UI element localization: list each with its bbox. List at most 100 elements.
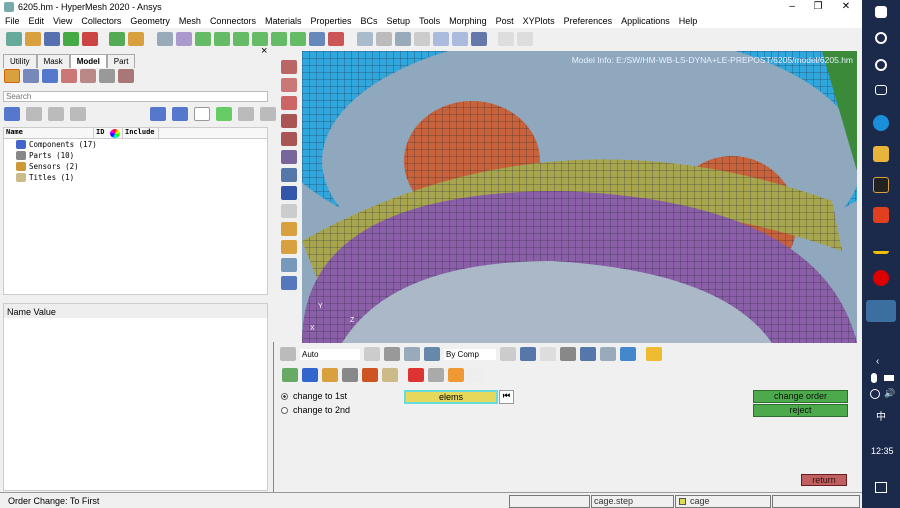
zoom-window-icon[interactable] [376, 32, 392, 46]
back-view-icon[interactable] [176, 32, 192, 46]
menu-xyplots[interactable]: XYPlots [523, 16, 555, 26]
battery-icon[interactable] [884, 375, 894, 381]
menu-preferences[interactable]: Preferences [564, 16, 613, 26]
network-globe-icon[interactable] [870, 389, 880, 399]
star-icon[interactable] [646, 347, 662, 361]
menu-tools[interactable]: Tools [419, 16, 440, 26]
monitor-icon[interactable] [620, 347, 636, 361]
show-icon[interactable] [238, 107, 254, 121]
column-id[interactable]: ID [94, 128, 108, 138]
hide-entity-icon[interactable] [302, 368, 318, 382]
task-view-icon[interactable] [875, 85, 887, 95]
menu-properties[interactable]: Properties [310, 16, 351, 26]
show-entity-icon[interactable] [282, 368, 298, 382]
save-icon[interactable] [44, 32, 60, 46]
reflect-icon[interactable] [281, 276, 297, 290]
order-change-icon[interactable] [281, 132, 297, 146]
fit-icon[interactable] [357, 32, 373, 46]
close-button[interactable]: ✕ [832, 0, 860, 14]
detach-icon[interactable] [281, 114, 297, 128]
show-all-icon[interactable] [70, 107, 86, 121]
material-icon[interactable] [42, 69, 58, 83]
hypermesh-taskbar-icon[interactable] [866, 300, 896, 322]
geometry-shade-icon[interactable] [384, 347, 400, 361]
entity-state-icon[interactable] [172, 107, 188, 121]
status-component[interactable]: cage [675, 495, 771, 508]
menu-connectors[interactable]: Connectors [210, 16, 256, 26]
elem-types-icon[interactable] [281, 168, 297, 182]
hide-icon[interactable] [260, 107, 276, 121]
ansys-icon[interactable] [873, 238, 889, 254]
status-include-file[interactable]: cage.step [591, 495, 674, 508]
view-xy-icon[interactable] [195, 32, 211, 46]
maximize-button[interactable]: ❐ [804, 0, 832, 14]
find-attached-icon[interactable] [382, 368, 398, 382]
graphics-viewport[interactable]: Model Info: E:/SW/HM-WB-LS-DYNA+LE-PREPO… [302, 51, 857, 343]
column-include[interactable]: Include [122, 128, 159, 138]
user-view-icon[interactable] [328, 32, 344, 46]
plane-icon[interactable] [560, 347, 576, 361]
volume-icon[interactable]: 🔊 [884, 388, 895, 399]
move-icon[interactable] [448, 368, 464, 382]
menu-edit[interactable]: Edit [29, 16, 45, 26]
return-button[interactable]: return [801, 474, 847, 486]
ime-indicator[interactable]: 中 [876, 408, 886, 423]
view-zy-icon[interactable] [271, 32, 287, 46]
file-explorer-icon[interactable] [873, 146, 889, 162]
cursor-icon[interactable] [194, 107, 210, 121]
reject-button[interactable]: reject [753, 404, 848, 417]
delete-icon[interactable] [408, 368, 424, 382]
pan-vertical-icon[interactable] [452, 32, 468, 46]
minimize-button[interactable]: – [778, 0, 806, 14]
organize-icon[interactable] [428, 368, 444, 382]
reset-selection-button[interactable]: ⏮ [499, 390, 514, 404]
mask-icon[interactable] [342, 368, 358, 382]
menu-geometry[interactable]: Geometry [130, 16, 170, 26]
network-icon[interactable] [600, 347, 616, 361]
menu-collectors[interactable]: Collectors [81, 16, 121, 26]
search-input[interactable] [3, 91, 268, 102]
view-yz-icon[interactable] [290, 32, 306, 46]
view-yx-icon[interactable] [214, 32, 230, 46]
microphone-icon[interactable] [871, 373, 877, 383]
find-icon[interactable] [322, 368, 338, 382]
menu-post[interactable]: Post [496, 16, 514, 26]
translate-icon[interactable] [281, 258, 297, 272]
connector-icon[interactable] [468, 368, 484, 382]
tab-mask[interactable]: Mask [36, 54, 70, 68]
chevron-left-icon[interactable]: ‹ [876, 356, 879, 367]
windows-start-icon[interactable] [875, 6, 887, 18]
tab-model[interactable]: Model [69, 54, 107, 68]
review-icon[interactable] [216, 107, 232, 121]
isolate-icon[interactable] [48, 107, 64, 121]
app-icon-red[interactable] [873, 207, 889, 223]
clock[interactable]: 12:35 [871, 446, 894, 456]
close-panel-button[interactable]: × [261, 45, 267, 57]
measure-icon[interactable] [281, 204, 297, 218]
menu-materials[interactable]: Materials [265, 16, 302, 26]
radio-change-to-2nd[interactable]: change to 2nd [281, 405, 350, 415]
elems-selector[interactable]: elems [404, 390, 498, 404]
tree-item-parts[interactable]: Parts (10) [4, 150, 267, 161]
view-xz-icon[interactable] [252, 32, 268, 46]
menu-view[interactable]: View [53, 16, 72, 26]
color-mode-select[interactable]: By Comp [444, 348, 496, 360]
tab-part[interactable]: Part [106, 54, 136, 68]
change-order-button[interactable]: change order [753, 390, 848, 403]
color-icon[interactable] [150, 107, 166, 121]
menu-morphing[interactable]: Morphing [449, 16, 487, 26]
tree-item-components[interactable]: Components (17) [4, 139, 267, 150]
shading-icon[interactable] [364, 347, 380, 361]
open-model-icon[interactable] [25, 32, 41, 46]
element-shade-icon[interactable] [520, 347, 536, 361]
menu-help[interactable]: Help [679, 16, 698, 26]
wireframe-icon[interactable] [500, 347, 516, 361]
undo-icon[interactable] [498, 32, 514, 46]
abc-label2-icon[interactable] [281, 240, 297, 254]
user-profile-icon[interactable] [109, 32, 125, 46]
tree-item-sensors[interactable]: Sensors (2) [4, 161, 267, 172]
filter-icon[interactable] [26, 107, 42, 121]
rotate-icon[interactable] [471, 32, 487, 46]
edge-browser-icon[interactable] [873, 115, 889, 131]
display-icon[interactable] [4, 107, 20, 121]
